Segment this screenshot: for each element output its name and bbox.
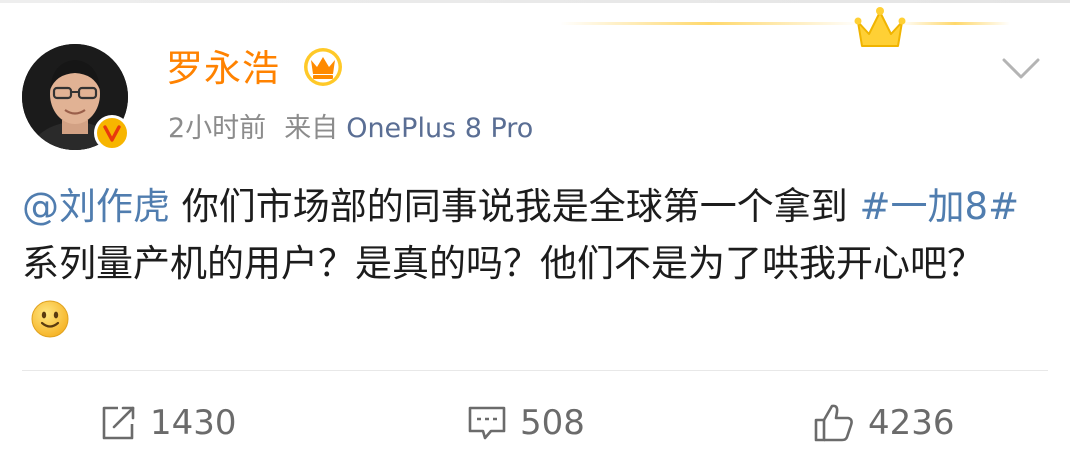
- source-device[interactable]: OnePlus 8 Pro: [346, 113, 533, 144]
- repost-count: 1430: [150, 403, 237, 443]
- mention-link[interactable]: @刘作虎: [22, 185, 170, 228]
- thumbs-up-icon: [814, 404, 853, 442]
- comment-icon: [468, 406, 506, 440]
- post-time: 2小时前: [168, 113, 267, 144]
- like-button[interactable]: 4236: [812, 398, 955, 448]
- post-content: @刘作虎 你们市场部的同事说我是全球第一个拿到 #一加8# 系列量产机的用户？是…: [22, 178, 1022, 349]
- crown-decoration-icon: [854, 7, 906, 47]
- chevron-down-icon[interactable]: [1000, 54, 1042, 84]
- smile-emoji-icon: [31, 300, 69, 338]
- content-text: 你们市场部的同事说我是全球第一个拿到: [170, 185, 860, 228]
- actions-divider: [22, 370, 1048, 371]
- hashtag-link[interactable]: #一加8#: [860, 185, 1020, 228]
- comment-count: 508: [520, 403, 585, 443]
- content-text: 系列量产机的用户？是真的吗？他们不是为了哄我开心吧？: [22, 242, 984, 285]
- top-divider: [0, 0, 1070, 3]
- comment-button[interactable]: 508: [466, 398, 585, 448]
- decoration-line-left: [560, 22, 860, 25]
- author-name[interactable]: 罗永浩: [166, 43, 280, 95]
- like-count: 4236: [868, 403, 955, 443]
- decoration-line-right: [900, 22, 1010, 25]
- source-label: 来自: [284, 113, 339, 144]
- verified-badge-icon: [94, 115, 130, 151]
- vip-crown-icon[interactable]: [302, 46, 344, 88]
- repost-button[interactable]: 1430: [98, 398, 237, 448]
- post-meta: 2小时前 来自 OnePlus 8 Pro: [168, 109, 533, 149]
- repost-icon: [102, 406, 135, 440]
